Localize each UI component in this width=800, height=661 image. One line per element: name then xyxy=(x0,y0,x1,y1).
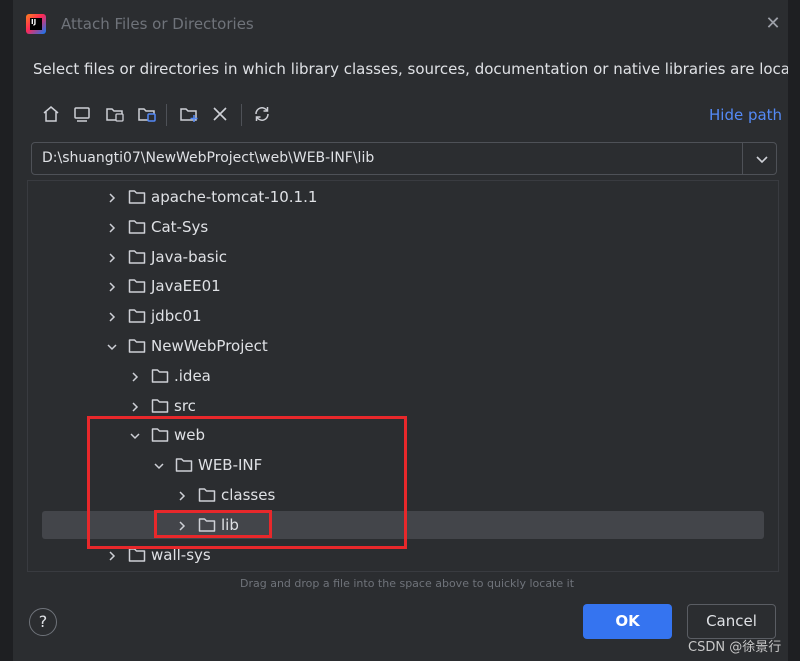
window-edge xyxy=(788,0,800,661)
tree-item-label: Java-basic xyxy=(151,247,228,266)
new-folder-icon[interactable] xyxy=(177,102,201,126)
chevron-right-icon[interactable] xyxy=(106,190,118,204)
chevron-right-icon[interactable] xyxy=(106,309,118,323)
attach-files-dialog: IJ Attach Files or Directories ✕ Select … xyxy=(12,0,800,661)
chevron-right-icon[interactable] xyxy=(129,369,141,383)
path-input[interactable]: D:\shuangti07\NewWebProject\web\WEB-INF\… xyxy=(42,150,374,166)
folder-icon xyxy=(151,368,169,384)
chevron-right-icon[interactable] xyxy=(129,399,141,413)
chevron-right-icon[interactable] xyxy=(106,279,118,293)
hide-path-link[interactable]: Hide path xyxy=(709,106,782,124)
combobox-divider xyxy=(742,143,743,174)
watermark: CSDN @徐景行 xyxy=(688,640,782,655)
folder-icon xyxy=(128,219,146,235)
project-folder-icon[interactable] xyxy=(103,102,127,126)
tree-item[interactable]: jdbc01 xyxy=(28,301,778,331)
folder-icon xyxy=(128,338,146,354)
tree-item-label: src xyxy=(174,396,196,415)
tree-item-label: JavaEE01 xyxy=(151,277,221,296)
intellij-logo-icon: IJ xyxy=(26,14,46,34)
chevron-right-icon[interactable] xyxy=(106,548,118,562)
chevron-down-icon[interactable] xyxy=(106,339,118,353)
dialog-description: Select files or directories in which lib… xyxy=(33,60,800,78)
tree-item[interactable]: JavaEE01 xyxy=(28,271,778,301)
delete-icon[interactable] xyxy=(208,102,232,126)
title-bar: IJ Attach Files or Directories ✕ xyxy=(13,0,800,50)
desktop-icon[interactable] xyxy=(70,102,94,126)
drag-drop-hint: Drag and drop a file into the space abov… xyxy=(239,577,575,590)
chevron-down-icon[interactable] xyxy=(752,149,772,169)
tree-item[interactable]: .idea xyxy=(28,361,778,391)
folder-icon xyxy=(128,189,146,205)
folder-icon xyxy=(128,249,146,265)
cancel-button[interactable]: Cancel xyxy=(687,604,776,639)
folder-icon xyxy=(128,308,146,324)
highlight-box-lib xyxy=(154,510,272,538)
tree-item-label: jdbc01 xyxy=(151,307,202,326)
tree-item[interactable]: Cat-Sys xyxy=(28,212,778,242)
tree-item[interactable]: apache-tomcat-10.1.1 xyxy=(28,182,778,212)
tree-item-label: .idea xyxy=(174,366,211,385)
tree-item-label: NewWebProject xyxy=(151,337,268,355)
chevron-right-icon[interactable] xyxy=(106,250,118,264)
path-combobox[interactable]: D:\shuangti07\NewWebProject\web\WEB-INF\… xyxy=(31,142,777,175)
module-folder-icon[interactable] xyxy=(135,102,159,126)
dialog-title: Attach Files or Directories xyxy=(61,15,254,33)
toolbar-separator xyxy=(241,104,242,126)
tree-item[interactable]: Java-basic xyxy=(28,242,778,272)
chevron-right-icon[interactable] xyxy=(106,220,118,234)
folder-icon xyxy=(151,398,169,414)
help-button[interactable]: ? xyxy=(29,608,57,636)
tree-item-label: Cat-Sys xyxy=(151,217,209,236)
toolbar-separator xyxy=(166,104,167,126)
home-icon[interactable] xyxy=(39,102,63,126)
tree-item-label: apache-tomcat-10.1.1 xyxy=(151,188,318,206)
ok-button[interactable]: OK xyxy=(583,604,672,639)
close-icon[interactable]: ✕ xyxy=(763,14,783,34)
folder-icon xyxy=(128,278,146,294)
tree-item[interactable]: NewWebProject xyxy=(28,331,778,361)
refresh-icon[interactable] xyxy=(250,102,274,126)
